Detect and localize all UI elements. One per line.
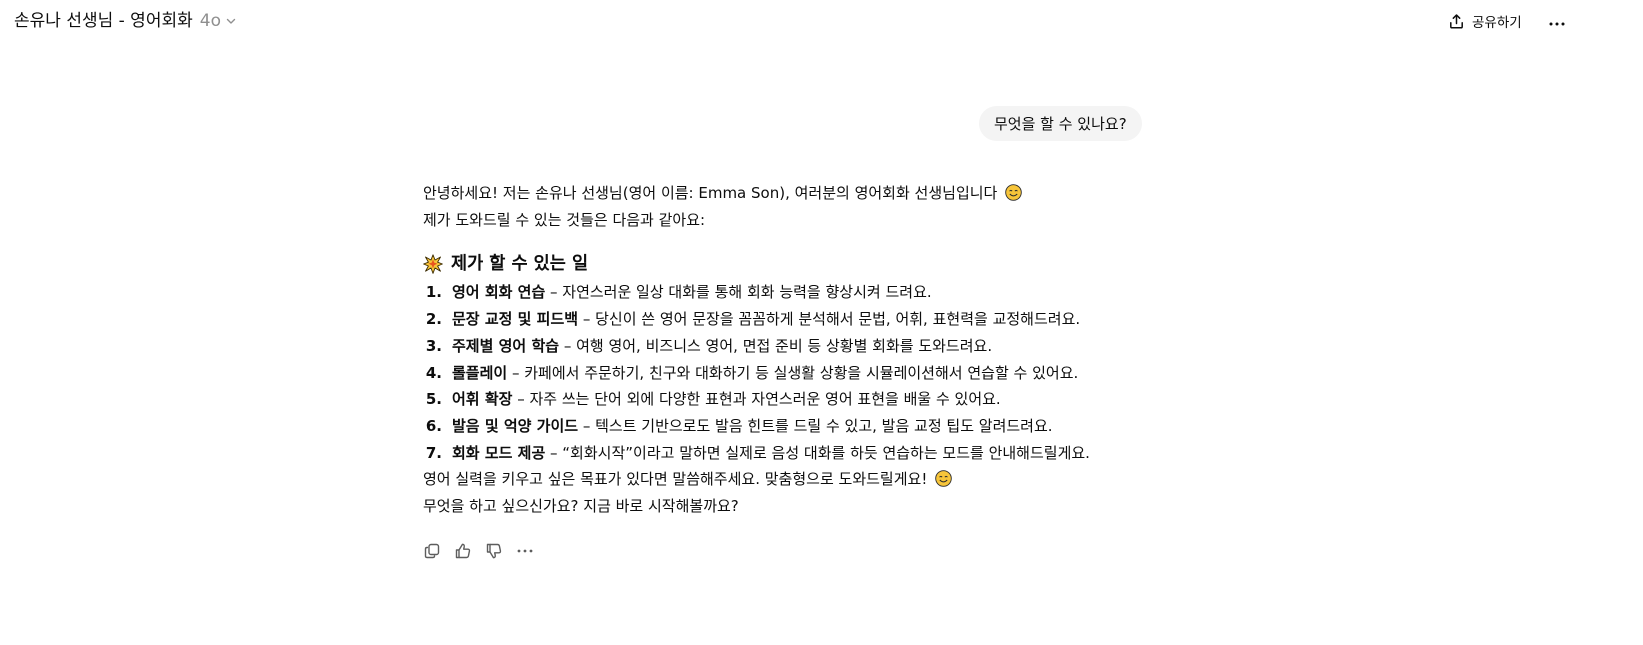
- list-item-title: 영어 회화 연습: [452, 283, 546, 302]
- list-item-number: 2.: [425, 310, 442, 329]
- thumbs-down-icon[interactable]: [484, 541, 504, 561]
- more-horizontal-icon[interactable]: [515, 541, 535, 561]
- intro-line-1: 안녕하세요! 저는 손유나 선생님(영어 이름: Emma Son), 여러분의…: [423, 184, 998, 202]
- list-item: 2. 문장 교정 및 피드백 – 당신이 쓴 영어 문장을 꼼꼼하게 분석해서 …: [423, 306, 1183, 333]
- list-item-desc: – 여행 영어, 비즈니스 영어, 면접 준비 등 상황별 회화를 도와드려요.: [559, 336, 993, 355]
- list-item-number: 4.: [425, 363, 442, 382]
- list-item: 3. 주제별 영어 학습 – 여행 영어, 비즈니스 영어, 면접 준비 등 상…: [423, 333, 1183, 360]
- list-item-title: 문장 교정 및 피드백: [452, 310, 579, 329]
- message-actions: [422, 541, 546, 561]
- closing-paragraph: 영어 실력을 키우고 싶은 목표가 있다면 말씀해주세요. 맞춤형으로 도와드릴…: [423, 466, 1183, 493]
- list-item-number: 7.: [425, 443, 442, 462]
- list-item-desc: – 당신이 쓴 영어 문장을 꼼꼼하게 분석해서 문법, 어휘, 표현력을 교정…: [578, 310, 1081, 329]
- closing-line-2: 무엇을 하고 싶으신가요? 지금 바로 시작해볼까요?: [423, 497, 739, 516]
- list-item-desc: – 카페에서 주문하기, 친구와 대화하기 등 실생활 상황을 시뮬레이션해서 …: [507, 363, 1079, 382]
- user-message-bubble: 무엇을 할 수 있나요?: [979, 106, 1142, 141]
- list-item-title: 회화 모드 제공: [452, 443, 546, 462]
- list-item-number: 1.: [425, 283, 442, 302]
- intro-line-2: 제가 도와드릴 수 있는 것들은 다음과 같아요:: [423, 210, 706, 229]
- closing-line-1: 영어 실력을 키우고 싶은 목표가 있다면 말씀해주세요. 맞춤형으로 도와드릴…: [423, 470, 928, 489]
- list-item: 4. 롤플레이 – 카페에서 주문하기, 친구와 대화하기 등 실생활 상황을 …: [423, 360, 1183, 387]
- list-item-number: 3.: [425, 336, 442, 355]
- capabilities-list: 1. 영어 회화 연습 – 자연스러운 일상 대화를 통해 회화 능력을 향상시…: [423, 279, 1183, 466]
- chevron-down-icon: [225, 15, 237, 27]
- sparkle-burst-emoji-icon: [423, 254, 443, 275]
- list-item-desc: – “회화시작”이라고 말하면 실제로 음성 대화를 하듯 연습하는 모드를 안…: [545, 443, 1090, 462]
- list-item-number: 6.: [425, 416, 442, 435]
- section-heading: 제가 할 수 있는 일: [423, 249, 1183, 279]
- thumbs-up-icon[interactable]: [453, 541, 473, 561]
- share-icon: [1448, 13, 1465, 30]
- intro-paragraph: 안녕하세요! 저는 손유나 선생님(영어 이름: Emma Son), 여러분의…: [423, 180, 1183, 207]
- list-item: 6. 발음 및 억양 가이드 – 텍스트 기반으로도 발음 힌트를 드릴 수 있…: [423, 413, 1183, 440]
- top-bar: 손유나 선생님 - 영어회화 4o 공유하기: [0, 0, 1643, 42]
- list-item-title: 롤플레이: [452, 363, 508, 382]
- section-title: 제가 할 수 있는 일: [451, 254, 589, 275]
- share-label: 공유하기: [1472, 15, 1522, 31]
- list-item-desc: – 자주 쓰는 단어 외에 다양한 표현과 자연스러운 영어 표현을 배울 수 …: [512, 390, 1001, 409]
- smiling-face-emoji-icon: [935, 469, 952, 488]
- copy-icon[interactable]: [422, 541, 442, 561]
- model-selector[interactable]: 손유나 선생님 - 영어회화 4o: [14, 9, 237, 33]
- list-item-title: 주제별 영어 학습: [452, 336, 560, 355]
- model-label: 4o: [199, 11, 221, 31]
- list-item-title: 어휘 확장: [452, 390, 513, 409]
- more-options-button[interactable]: [1545, 8, 1569, 34]
- list-item-desc: – 자연스러운 일상 대화를 통해 회화 능력을 향상시켜 드려요.: [545, 283, 932, 302]
- assistant-message: 안녕하세요! 저는 손유나 선생님(영어 이름: Emma Son), 여러분의…: [423, 180, 1183, 520]
- list-item-number: 5.: [425, 390, 442, 409]
- list-item: 7. 회화 모드 제공 – “회화시작”이라고 말하면 실제로 음성 대화를 하…: [423, 440, 1183, 467]
- share-button[interactable]: 공유하기: [1448, 8, 1522, 34]
- list-item: 5. 어휘 확장 – 자주 쓰는 단어 외에 다양한 표현과 자연스러운 영어 …: [423, 386, 1183, 413]
- user-message-text: 무엇을 할 수 있나요?: [994, 115, 1127, 133]
- smiling-face-emoji-icon: [1005, 183, 1022, 201]
- list-item-desc: – 텍스트 기반으로도 발음 힌트를 드릴 수 있고, 발음 교정 팁도 알려드…: [578, 416, 1053, 435]
- more-horizontal-icon: [1548, 12, 1566, 31]
- list-item: 1. 영어 회화 연습 – 자연스러운 일상 대화를 통해 회화 능력을 향상시…: [423, 279, 1183, 306]
- conversation-title: 손유나 선생님 - 영어회화: [14, 11, 193, 31]
- list-item-title: 발음 및 억양 가이드: [452, 416, 579, 435]
